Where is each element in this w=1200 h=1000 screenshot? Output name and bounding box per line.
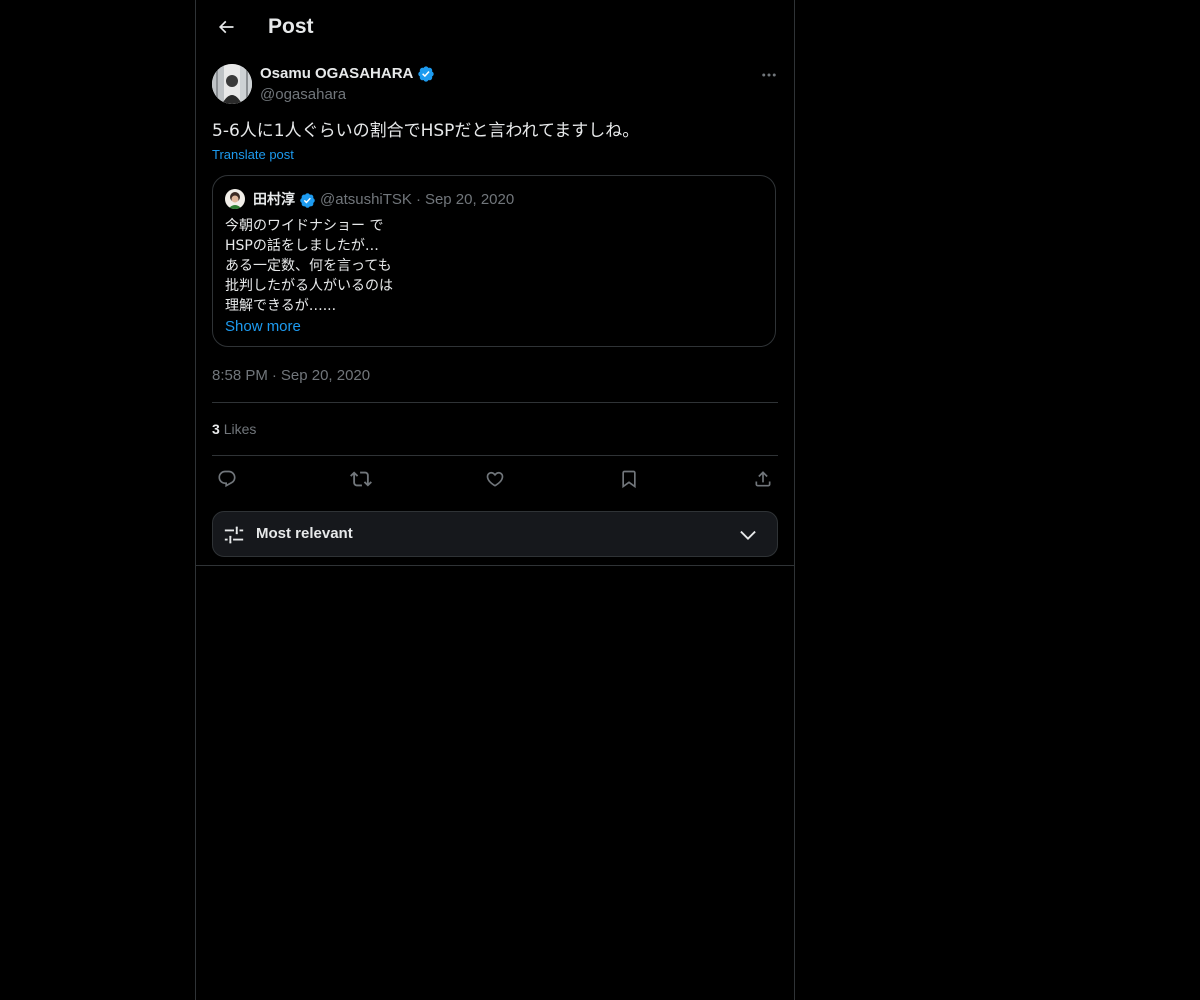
author-handle[interactable]: @ogasahara — [260, 85, 346, 105]
repost-icon — [350, 471, 372, 487]
quote-body: 今朝のワイドナショー で HSPの話をしましたが… ある一定数、何を言っても 批… — [225, 216, 393, 316]
divider — [196, 565, 794, 566]
likes-count: 3 — [212, 421, 220, 437]
verified-badge-icon — [300, 192, 315, 208]
quote-avatar-image — [225, 189, 245, 209]
quote-header: 田村淳 @atsushiTSK · Sep 20, 2020 — [253, 190, 514, 210]
repost-button[interactable] — [346, 466, 376, 492]
timestamp-separator: · — [271, 367, 277, 384]
likes-label: Likes — [223, 421, 257, 437]
author-avatar[interactable] — [212, 64, 252, 104]
quote-separator: · — [415, 191, 421, 208]
back-button[interactable] — [212, 13, 240, 41]
page-title: Post — [268, 15, 314, 38]
quote-line: 理解できるが…... — [225, 298, 337, 314]
likes-count-link[interactable]: 3 Likes — [212, 419, 256, 439]
like-button[interactable] — [480, 466, 510, 492]
verified-badge-icon — [418, 66, 435, 82]
reply-icon — [218, 470, 236, 488]
translate-post-link[interactable]: Translate post — [212, 146, 294, 164]
quote-author-handle: @atsushiTSK — [320, 191, 412, 208]
more-horizontal-icon — [762, 73, 776, 77]
bookmark-button[interactable] — [614, 466, 644, 492]
post-time: 8:58 PM — [212, 367, 268, 384]
quote-line: HSPの話をしましたが… — [225, 238, 379, 254]
arrow-left-icon — [218, 20, 234, 34]
quote-line: ある一定数、何を言っても — [225, 258, 392, 274]
quote-line: 今朝のワイドナショー で — [225, 218, 384, 234]
divider — [212, 455, 778, 456]
post-text: 5-6人に1人ぐらいの割合でHSPだと言われてますしね。 — [212, 121, 640, 141]
quote-avatar[interactable] — [225, 189, 245, 209]
share-icon — [755, 471, 771, 487]
reply-button[interactable] — [212, 466, 242, 492]
author-name[interactable]: Osamu OGASAHARA — [260, 64, 435, 84]
post-date: Sep 20, 2020 — [280, 367, 371, 384]
share-button[interactable] — [748, 466, 778, 492]
more-options-button[interactable] — [758, 64, 780, 86]
post-column: Post Osamu OGASAHARA @ogasahara 5-6人に1人ぐ… — [195, 0, 795, 1000]
sliders-icon — [224, 526, 244, 544]
bookmark-icon — [622, 470, 636, 489]
avatar-image — [212, 64, 252, 104]
show-more-link[interactable]: Show more — [225, 317, 301, 337]
post-timestamp[interactable]: 8:58 PM · Sep 20, 2020 — [212, 366, 370, 386]
divider — [212, 402, 778, 403]
quote-date: Sep 20, 2020 — [424, 191, 515, 208]
page-header: Post — [196, 0, 794, 54]
quote-line: 批判したがる人がいるのは — [225, 278, 393, 294]
author-name-text: Osamu OGASAHARA — [260, 65, 414, 82]
quote-author-name: 田村淳 — [253, 192, 295, 208]
chevron-down-icon — [740, 530, 756, 540]
heart-icon — [486, 471, 504, 487]
reply-sort-dropdown[interactable]: Most relevant — [212, 511, 778, 557]
quoted-post[interactable]: 田村淳 @atsushiTSK · Sep 20, 2020 今朝のワイドナショ… — [212, 175, 776, 347]
sort-label: Most relevant — [256, 525, 353, 542]
